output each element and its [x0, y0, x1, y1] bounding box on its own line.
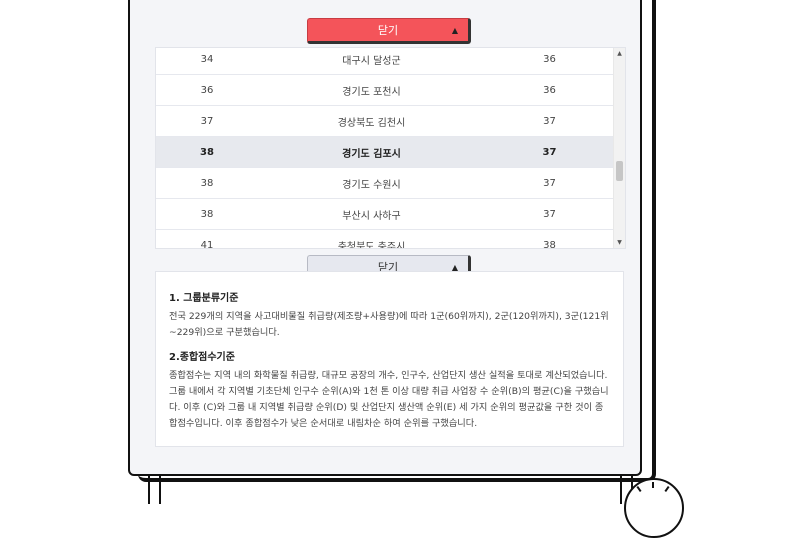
table-row[interactable]: 37 경상북도 김천시 37	[156, 106, 614, 137]
rank-cell: 38	[200, 208, 214, 220]
score-cell: 36	[543, 84, 556, 96]
score-cell: 37	[543, 177, 556, 189]
ranking-table: 34 대구시 달성군 36 36 경기도 포천시 36 37 경상북도 김천시 37 38 경기도 …	[155, 47, 626, 249]
section1-title: 1. 그룹분류기준	[169, 293, 239, 304]
score-cell: 36	[543, 53, 556, 65]
criteria-info-box: 1. 그룹분류기준 전국 229개의 지역을 사고대비물질 취급량(제조량+사용…	[155, 271, 624, 447]
rank-cell: 38	[200, 146, 214, 158]
region-cell: 경상북도 김천시	[337, 117, 406, 129]
rank-cell: 36	[200, 84, 214, 96]
region-cell: 충청북도 충주시	[337, 241, 406, 249]
table-row[interactable]: 41 충청북도 충주시 38	[156, 230, 614, 249]
clock-icon	[624, 478, 684, 538]
scroll-down-arrow-icon[interactable]: ▼	[614, 237, 625, 248]
collapse-arrow-icon: ▲	[451, 26, 458, 35]
table-row[interactable]: 34 대구시 달성군 36	[156, 48, 614, 75]
score-cell: 37	[543, 115, 556, 127]
scroll-thumb[interactable]	[616, 161, 623, 181]
table-row[interactable]: 38 부산시 사하구 37	[156, 199, 614, 230]
table-row[interactable]: 36 경기도 포천시 36	[156, 75, 614, 106]
score-cell: 37	[543, 208, 556, 220]
region-cell: 경기도 수원시	[342, 179, 401, 191]
rank-cell: 37	[200, 115, 214, 127]
close-button-label: 닫기	[377, 24, 399, 37]
close-table-button[interactable]: 닫기 ▲	[307, 18, 471, 44]
score-cell: 37	[542, 146, 557, 158]
table-scrollbar[interactable]: ▲ ▼	[613, 48, 625, 248]
region-cell: 대구시 달성군	[342, 55, 401, 67]
table-row[interactable]: 38 경기도 수원시 37	[156, 168, 614, 199]
region-cell: 경기도 포천시	[342, 86, 401, 98]
rank-cell: 41	[200, 239, 214, 249]
table-row[interactable]: 38 경기도 김포시 37	[156, 137, 614, 168]
section2-text: 종합점수는 지역 내의 화학물질 취급량, 대규모 공장의 개수, 인구수, 산…	[169, 370, 609, 429]
region-cell: 부산시 사하구	[342, 210, 401, 222]
section2-title: 2.종합점수기준	[169, 352, 235, 363]
rank-cell: 34	[200, 53, 214, 65]
scroll-up-arrow-icon[interactable]: ▲	[614, 48, 625, 59]
rank-cell: 38	[200, 177, 214, 189]
score-cell: 38	[543, 239, 556, 249]
ranking-table-body: 34 대구시 달성군 36 36 경기도 포천시 36 37 경상북도 김천시 37 38 경기도 …	[156, 48, 614, 249]
section1-text: 전국 229개의 지역을 사고대비물질 취급량(제조량+사용량)에 따라 1군(…	[169, 311, 609, 338]
region-cell: 경기도 김포시	[342, 148, 401, 160]
